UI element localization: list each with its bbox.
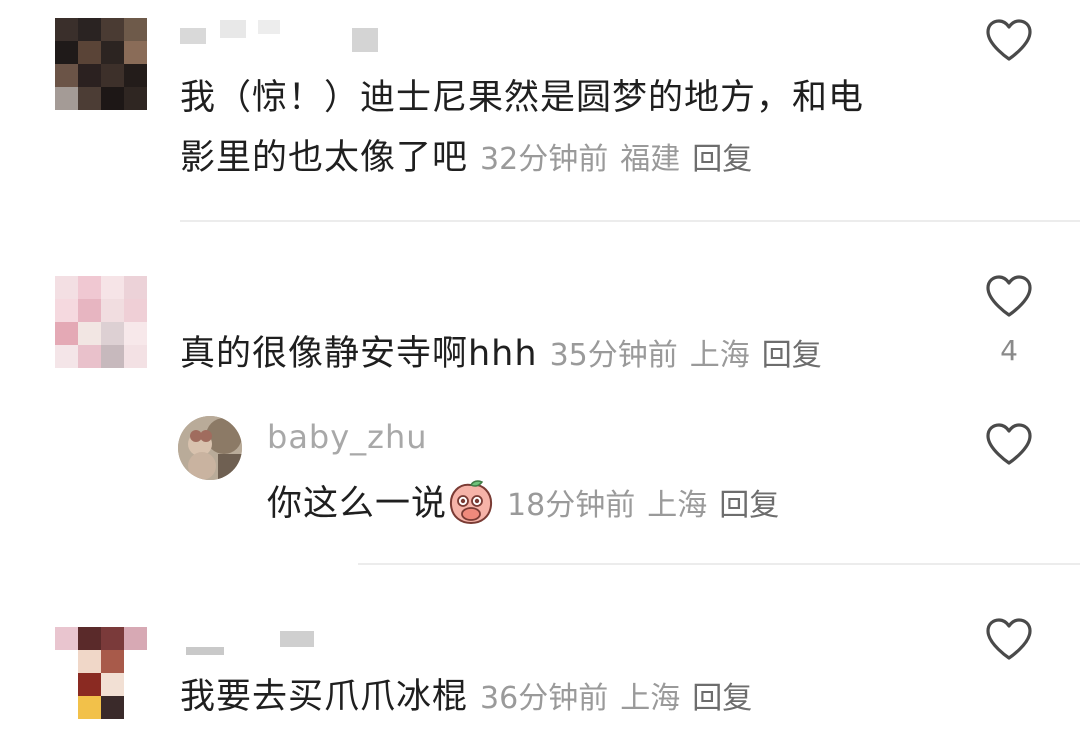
heart-outline-icon[interactable] — [985, 422, 1033, 466]
reply-username[interactable]: baby_zhu — [267, 418, 428, 456]
comment-text: 我要去买爪爪冰棍 36分钟前 上海 回复 — [180, 667, 764, 729]
comment-time: 32分钟前 — [480, 142, 609, 177]
like-count: 4 — [1000, 334, 1018, 367]
peach-covering-mouth-emoji — [450, 480, 493, 525]
comment-text-line1: 我（惊！）迪士尼果然是圆梦的地方，和电 — [180, 78, 865, 118]
avatar[interactable] — [55, 18, 147, 110]
comment-text-line2: 影里的也太像了吧 32分钟前 福建 回复 — [180, 128, 864, 190]
comment-item: 真的很像静安寺啊hhh 35分钟前 上海 回复 4 baby_zhu 你这么一说 18… — [0, 222, 1080, 567]
reply-text: 你这么一说 18分钟前 上海 回复 — [267, 474, 791, 536]
comment-text-content: 我要去买爪爪冰棍 — [180, 677, 469, 717]
comment-item: 我要去买爪爪冰棍 36分钟前 上海 回复 — [0, 565, 1080, 747]
heart-outline-icon[interactable] — [985, 18, 1033, 62]
comment-time: 35分钟前 — [549, 338, 678, 373]
avatar[interactable] — [55, 276, 147, 368]
comment-location: 上海 — [620, 681, 681, 716]
reply-time: 18分钟前 — [507, 488, 636, 523]
reply-text-content: 你这么一说 — [267, 484, 448, 524]
comment-location: 上海 — [689, 338, 750, 373]
reply-meta: 18分钟前 上海 回复 — [507, 488, 791, 523]
reply-location: 上海 — [647, 488, 708, 523]
comment-text: 我（惊！）迪士尼果然是圆梦的地方，和电 影里的也太像了吧 32分钟前 福建 回复 — [180, 68, 864, 190]
reply-button[interactable]: 回复 — [692, 681, 752, 716]
username-blurred — [180, 20, 390, 52]
comment-item: 我（惊！）迪士尼果然是圆梦的地方，和电 影里的也太像了吧 32分钟前 福建 回复 — [0, 0, 1080, 222]
username-blurred — [180, 631, 320, 657]
comment-meta: 32分钟前 福建 回复 — [480, 142, 764, 177]
avatar[interactable] — [55, 627, 147, 719]
reply-button[interactable]: 回复 — [762, 338, 822, 373]
comment-location: 福建 — [620, 142, 681, 177]
comment-text-content: 真的很像静安寺啊hhh — [180, 334, 538, 374]
reply-button[interactable]: 回复 — [719, 488, 779, 523]
comment-text: 真的很像静安寺啊hhh 35分钟前 上海 回复 — [180, 324, 834, 386]
heart-outline-icon[interactable] — [985, 617, 1033, 661]
comment-time: 36分钟前 — [480, 681, 609, 716]
comment-text-line2-content: 影里的也太像了吧 — [180, 138, 469, 178]
comment-meta: 35分钟前 上海 回复 — [550, 338, 834, 373]
heart-outline-icon[interactable] — [985, 274, 1033, 318]
avatar[interactable] — [178, 416, 242, 480]
reply-button[interactable]: 回复 — [692, 142, 752, 177]
comment-meta: 36分钟前 上海 回复 — [480, 681, 764, 716]
